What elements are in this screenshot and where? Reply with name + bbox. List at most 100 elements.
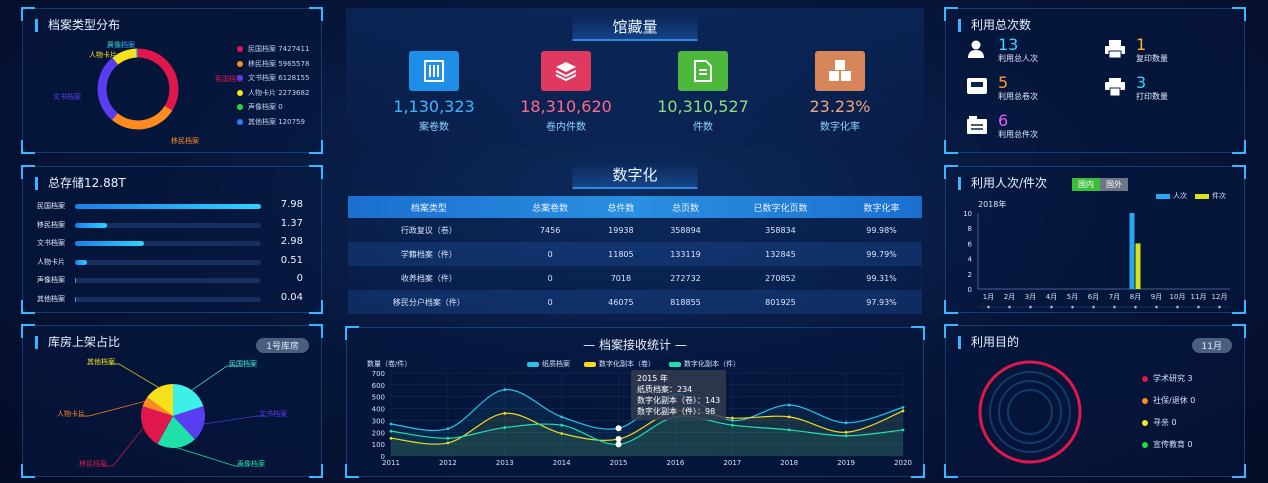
- table-cell: 818855: [670, 297, 701, 307]
- usage-stat: 5 利用总卷次: [966, 75, 1038, 102]
- data-point[interactable]: [560, 415, 564, 419]
- table-header: 总案卷数: [532, 203, 569, 214]
- table-cell: 133119: [670, 249, 701, 259]
- data-point[interactable]: [844, 434, 848, 438]
- data-point[interactable]: [389, 422, 393, 426]
- legend-item: 其他档案 120759: [237, 115, 309, 130]
- donut-label: 人物卡片: [89, 50, 117, 59]
- storage-value: 0.04: [280, 291, 303, 303]
- usage-stat-value: 13: [998, 35, 1019, 54]
- donut-slice[interactable]: [137, 48, 179, 111]
- donut-slice[interactable]: [112, 48, 138, 65]
- ring-4: [1007, 389, 1053, 435]
- data-point[interactable]: [560, 423, 564, 427]
- data-point[interactable]: [901, 409, 905, 413]
- donut-slice[interactable]: [111, 105, 173, 130]
- data-point[interactable]: [503, 426, 507, 429]
- x-tick-label: 2016: [667, 459, 685, 467]
- table-cell: 行政复议（卷）: [400, 225, 457, 235]
- storage-fill: [75, 278, 77, 283]
- table-cell: 19938: [608, 225, 634, 235]
- data-point[interactable]: [389, 429, 393, 433]
- usage-stat: 13 利用总人次: [966, 37, 1038, 64]
- table-cell: 272732: [670, 273, 701, 283]
- legend-item: 移民档案 5965578: [237, 57, 309, 72]
- receive-title: — 档案接收统计 —: [583, 338, 687, 352]
- data-point[interactable]: [730, 416, 734, 420]
- storage-fill: [75, 241, 144, 246]
- table-cell: 97.93%: [866, 297, 897, 307]
- pie-label: 文书档案: [259, 409, 287, 418]
- donut-label: 文书档案: [53, 92, 81, 101]
- usage-chart-panel: 利用人次/件次 国内 国外 人次 件次 2018年 0 2 4 6 8 10 1月 2月 3月 4月…: [944, 165, 1246, 314]
- pie-label: 人物卡片: [57, 409, 85, 418]
- data-point[interactable]: [615, 441, 622, 448]
- y-tick-label: 500: [372, 394, 385, 402]
- data-point[interactable]: [787, 415, 791, 419]
- table-cell: 收养档案（件）: [400, 273, 457, 283]
- month-selector[interactable]: 11月: [1191, 338, 1232, 353]
- x-tick-label: 8月: [1130, 293, 1141, 301]
- print-icon: [1104, 77, 1130, 101]
- data-point[interactable]: [446, 427, 450, 431]
- data-point[interactable]: [901, 428, 905, 432]
- table-row: 学籍档案（件） 0 11805 133119 132845 99.79%: [348, 242, 922, 266]
- receive-title-text: 档案接收统计: [598, 338, 671, 352]
- legend-dot: [237, 104, 243, 110]
- x-tick-label: 2019: [837, 459, 855, 467]
- tab-domestic[interactable]: 国内: [1072, 178, 1100, 191]
- shelf-pie-chart: 民国档案文书档案声像档案 移民档案 人物卡片 其他档案: [57, 357, 287, 468]
- data-point[interactable]: [615, 436, 622, 443]
- receive-panel: — 档案接收统计 — 数量（卷/件） 纸质档案 数字化副本（卷） 数字化副本（件） …: [345, 326, 925, 478]
- storage-label: 声像档案: [37, 276, 65, 284]
- data-point[interactable]: [446, 436, 450, 440]
- usage-stat-text: 6 利用总件次: [998, 113, 1038, 140]
- panel-title: 库房上架占比: [35, 336, 120, 349]
- stat-label: 件数: [693, 122, 713, 133]
- legend-dot: [237, 118, 243, 125]
- usage-total-panel: 利用总次数 13 利用总人次 1 复印数量 5 利用总卷次 3 打印数量 6 利用总件次: [944, 7, 1246, 154]
- usage-stat-text: 13 利用总人次: [998, 37, 1038, 64]
- tab-foreign[interactable]: 国外: [1100, 178, 1128, 191]
- bar-persons[interactable]: [1129, 213, 1135, 289]
- table-cell: 358834: [765, 225, 796, 235]
- donut-slice[interactable]: [97, 57, 119, 121]
- storage-fill: [75, 222, 107, 228]
- data-point[interactable]: [503, 388, 507, 391]
- legend-swatch: [527, 361, 539, 367]
- bar-items[interactable]: [1135, 243, 1141, 289]
- storage-value: 2.98: [280, 236, 303, 247]
- data-point[interactable]: [844, 430, 848, 434]
- y-tick-label: 700: [372, 370, 385, 378]
- data-point[interactable]: [730, 423, 734, 427]
- data-point[interactable]: [503, 411, 507, 415]
- panel-title: 利用人次/件次: [958, 177, 1047, 190]
- data-point[interactable]: [844, 421, 848, 425]
- warehouse-selector[interactable]: 1号库房: [256, 338, 309, 353]
- usage-stat-text: 5 利用总卷次: [998, 75, 1038, 102]
- data-point[interactable]: [787, 403, 791, 407]
- usage-purpose-panel: 利用目的 11月 学术研究 3 社保/退休 0 寻亲 0 宣传教育 0: [944, 324, 1246, 478]
- document-icon: [678, 51, 728, 91]
- pie-leader-line: [203, 415, 267, 425]
- data-point[interactable]: [615, 425, 622, 432]
- legend-swatch: [1195, 193, 1209, 199]
- table-cell: 11805: [608, 249, 634, 259]
- legend-item: 文书档案 6128155: [237, 71, 309, 86]
- table-cell: 801925: [765, 297, 796, 307]
- data-point[interactable]: [787, 428, 791, 432]
- tooltip-line1: 纸质档案：234: [637, 385, 693, 394]
- tooltip-year: 2015 年: [637, 374, 668, 383]
- legend-label: 移民档案 5965578: [248, 59, 310, 68]
- legend-dot: [1142, 441, 1148, 448]
- tooltip-line3: 数字化副本（件）：98: [637, 407, 716, 416]
- storage-panel: 总存储12.88T 民国档案 7.98 移民档案 1.37 文书档案 2.98 人物卡片 0.…: [21, 165, 323, 314]
- x-tick-label: 10月: [1170, 293, 1186, 301]
- storage-track: [75, 222, 261, 228]
- stat-label: 案卷数: [419, 122, 449, 133]
- purpose-legend: 学术研究 3 社保/退休 0 寻亲 0 宣传教育 0: [1142, 368, 1195, 456]
- table-header: 已数字化页数: [753, 203, 808, 214]
- legend-label: 纸质档案: [542, 360, 570, 368]
- data-point[interactable]: [901, 405, 905, 409]
- ring-outer: [978, 360, 1082, 464]
